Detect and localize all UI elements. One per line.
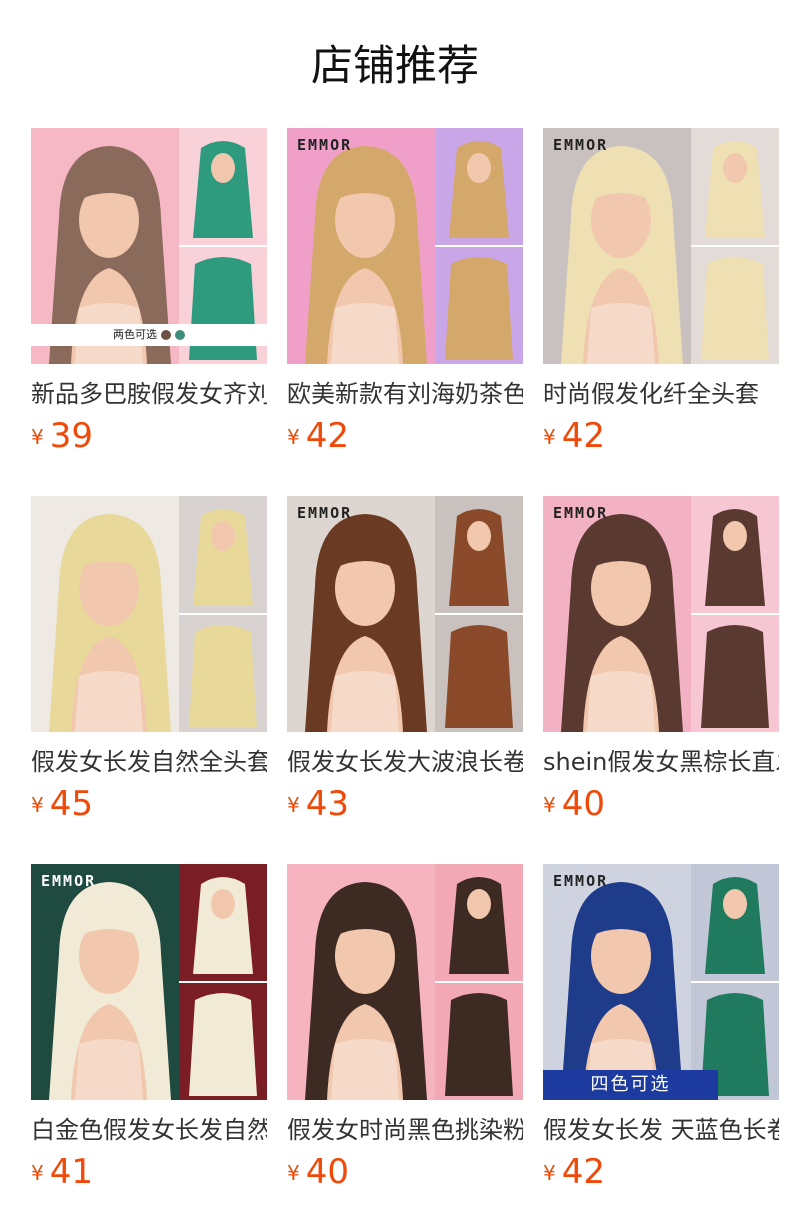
thumb-face bbox=[211, 153, 235, 183]
product-image[interactable]: EMMOR bbox=[287, 496, 523, 732]
product-price: ¥42 bbox=[543, 1152, 779, 1193]
product-card[interactable]: EMMOR shein假发女黑棕长直发 ¥40 bbox=[543, 496, 779, 864]
currency-symbol: ¥ bbox=[31, 425, 44, 449]
model-outfit bbox=[331, 1039, 399, 1100]
currency-symbol: ¥ bbox=[287, 1161, 300, 1185]
product-name[interactable]: 白金色假发女长发自然 bbox=[31, 1114, 267, 1146]
thumb-hair-back bbox=[701, 257, 769, 360]
price-value: 42 bbox=[561, 1152, 605, 1192]
price-value: 43 bbox=[305, 784, 349, 824]
product-card[interactable]: 假发女时尚黑色挑染粉色 ¥40 bbox=[287, 864, 523, 1232]
product-price: ¥43 bbox=[287, 784, 523, 825]
product-image[interactable]: 两色可选 bbox=[31, 128, 267, 364]
thumb-hair-back bbox=[445, 257, 513, 360]
product-price: ¥45 bbox=[31, 784, 267, 825]
product-card[interactable]: 两色可选 新品多巴胺假发女齐刘海 ¥39 bbox=[31, 128, 267, 496]
product-card[interactable]: EMMOR 四色可选 假发女长发 天蓝色长卷发 ¥42 bbox=[543, 864, 779, 1232]
section-title: 店铺推荐 bbox=[310, 41, 479, 90]
product-photo bbox=[287, 496, 523, 732]
thumb-hair-back bbox=[445, 993, 513, 1096]
brand-logo: EMMOR bbox=[41, 872, 97, 890]
thumb-face bbox=[467, 153, 491, 183]
product-price: ¥42 bbox=[287, 416, 523, 457]
brand-logo: EMMOR bbox=[297, 504, 353, 522]
thumb-face bbox=[723, 153, 747, 183]
product-card[interactable]: EMMOR 白金色假发女长发自然 ¥41 bbox=[31, 864, 267, 1232]
thumb-hair-back bbox=[189, 625, 257, 728]
thumb-hair-back bbox=[189, 993, 257, 1096]
thumb-hair-back bbox=[701, 625, 769, 728]
product-price: ¥40 bbox=[287, 1152, 523, 1193]
thumb-face bbox=[467, 889, 491, 919]
thumb-face bbox=[211, 889, 235, 919]
product-name[interactable]: 新品多巴胺假发女齐刘海 bbox=[31, 378, 267, 410]
thumb-face bbox=[211, 521, 235, 551]
product-name[interactable]: 假发女长发大波浪长卷发 bbox=[287, 746, 523, 778]
product-photo bbox=[543, 496, 779, 732]
product-name[interactable]: 假发女时尚黑色挑染粉色 bbox=[287, 1114, 523, 1146]
model-outfit bbox=[75, 1039, 143, 1100]
currency-symbol: ¥ bbox=[31, 793, 44, 817]
brand-logo: EMMOR bbox=[553, 136, 609, 154]
brand-logo: EMMOR bbox=[553, 504, 609, 522]
thumb-hair-back bbox=[445, 625, 513, 728]
price-value: 42 bbox=[305, 416, 349, 456]
product-photo bbox=[31, 864, 267, 1100]
product-image[interactable]: EMMOR bbox=[543, 128, 779, 364]
product-card[interactable]: EMMOR 假发女长发大波浪长卷发 ¥43 bbox=[287, 496, 523, 864]
currency-symbol: ¥ bbox=[543, 793, 556, 817]
product-image[interactable]: EMMOR bbox=[543, 496, 779, 732]
product-card[interactable]: 假发女长发自然全头套 ¥45 bbox=[31, 496, 267, 864]
product-image[interactable]: EMMOR bbox=[287, 128, 523, 364]
product-image[interactable]: EMMOR bbox=[31, 864, 267, 1100]
thumb-face bbox=[723, 889, 747, 919]
currency-symbol: ¥ bbox=[287, 425, 300, 449]
product-image[interactable]: EMMOR 四色可选 bbox=[543, 864, 779, 1100]
product-card[interactable]: EMMOR 欧美新款有刘海奶茶色 ¥42 bbox=[287, 128, 523, 496]
brand-logo: EMMOR bbox=[553, 872, 609, 890]
color-options-badge: 四色可选 bbox=[543, 1070, 718, 1100]
product-name[interactable]: shein假发女黑棕长直发 bbox=[543, 746, 779, 778]
model-outfit bbox=[331, 303, 399, 364]
product-card[interactable]: EMMOR 时尚假发化纤全头套 ¥42 bbox=[543, 128, 779, 496]
product-photo bbox=[543, 864, 779, 1100]
currency-symbol: ¥ bbox=[543, 425, 556, 449]
currency-symbol: ¥ bbox=[543, 1161, 556, 1185]
price-value: 45 bbox=[49, 784, 93, 824]
brand-logo: EMMOR bbox=[297, 136, 353, 154]
product-photo bbox=[287, 128, 523, 364]
product-grid: 两色可选 新品多巴胺假发女齐刘海 ¥39 EMMOR 欧美新款有刘海奶茶色 ¥4… bbox=[31, 128, 790, 1232]
product-name[interactable]: 假发女长发 天蓝色长卷发 bbox=[543, 1114, 779, 1146]
product-price: ¥40 bbox=[543, 784, 779, 825]
product-photo bbox=[287, 864, 523, 1100]
product-price: ¥39 bbox=[31, 416, 267, 457]
product-name[interactable]: 欧美新款有刘海奶茶色 bbox=[287, 378, 523, 410]
product-price: ¥42 bbox=[543, 416, 779, 457]
thumb-face bbox=[723, 521, 747, 551]
product-name[interactable]: 假发女长发自然全头套 bbox=[31, 746, 267, 778]
product-photo bbox=[543, 128, 779, 364]
product-image[interactable] bbox=[287, 864, 523, 1100]
product-photo bbox=[31, 496, 267, 732]
model-outfit bbox=[587, 303, 655, 364]
price-value: 42 bbox=[561, 416, 605, 456]
model-outfit bbox=[331, 671, 399, 732]
model-outfit bbox=[75, 671, 143, 732]
currency-symbol: ¥ bbox=[31, 1161, 44, 1185]
product-image[interactable] bbox=[31, 496, 267, 732]
price-value: 41 bbox=[49, 1152, 93, 1192]
color-options-badge: 两色可选 bbox=[31, 324, 267, 346]
thumb-face bbox=[467, 521, 491, 551]
price-value: 40 bbox=[305, 1152, 349, 1192]
product-price: ¥41 bbox=[31, 1152, 267, 1193]
currency-symbol: ¥ bbox=[287, 793, 300, 817]
model-outfit bbox=[587, 671, 655, 732]
product-name[interactable]: 时尚假发化纤全头套 bbox=[543, 378, 779, 410]
price-value: 39 bbox=[49, 416, 93, 456]
price-value: 40 bbox=[561, 784, 605, 824]
